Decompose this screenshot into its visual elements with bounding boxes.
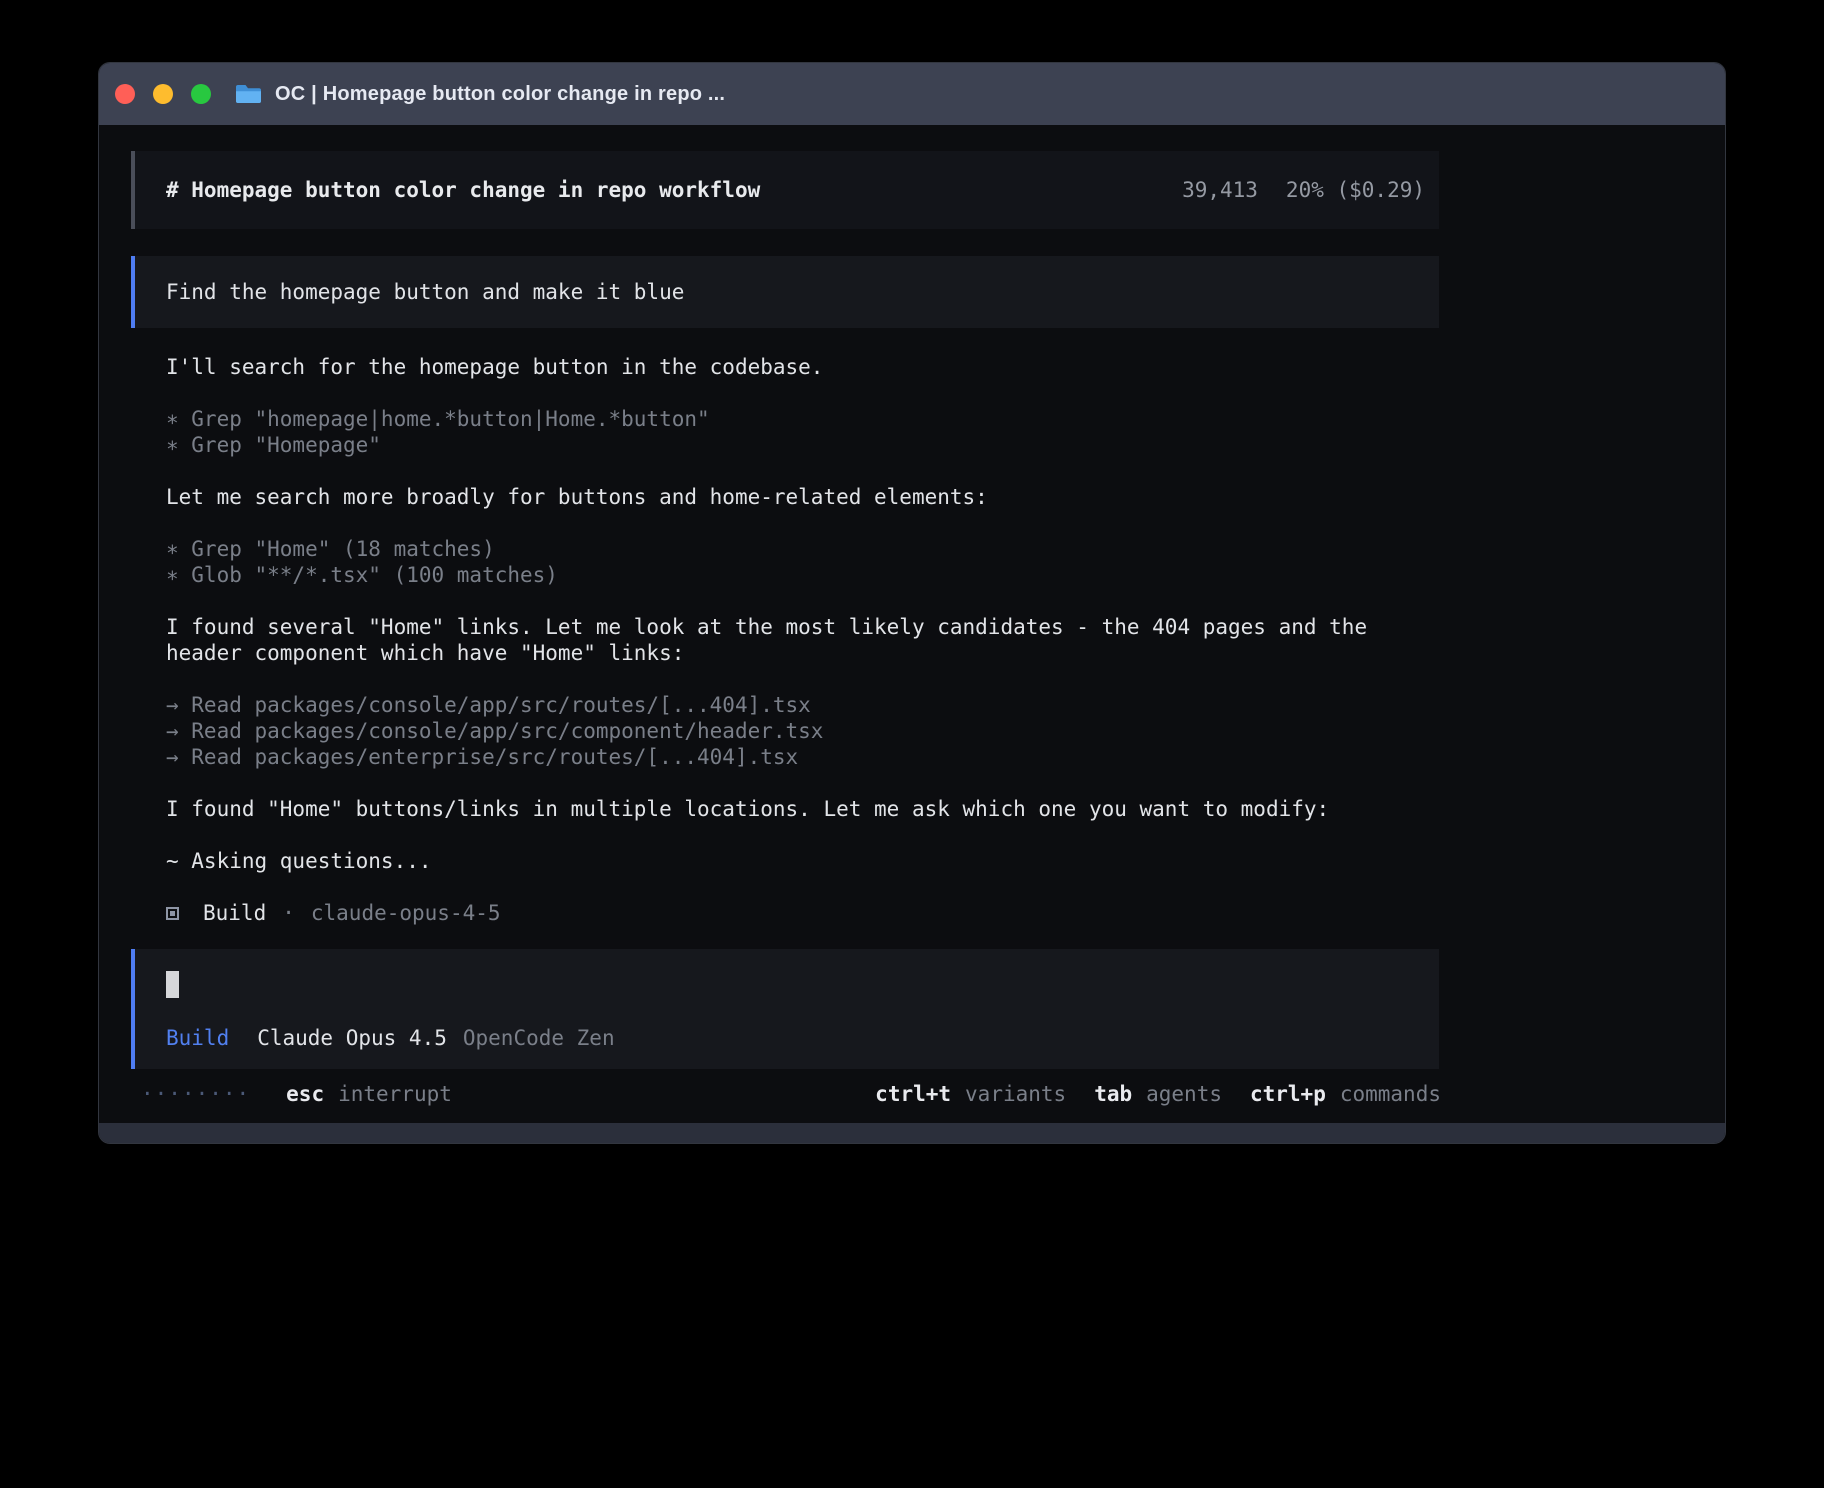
zoom-button[interactable] — [191, 84, 211, 104]
hint-key: ctrl+p — [1250, 1081, 1326, 1107]
agent-icon — [166, 907, 179, 920]
hint-key: tab — [1094, 1081, 1132, 1107]
hint-variants: ctrl+t variants — [875, 1081, 1066, 1107]
tool-call-group: ∗ Grep "Home" (18 matches) ∗ Glob "**/*.… — [166, 536, 1406, 588]
tool-call: → Read packages/console/app/src/routes/[… — [166, 692, 1406, 718]
terminal-window: OC | Homepage button color change in rep… — [98, 62, 1726, 1144]
context-usage: 20% ($0.29) — [1286, 178, 1425, 202]
agent-status: Build · claude-opus-4-5 — [166, 900, 1406, 926]
hint-label: commands — [1340, 1081, 1441, 1107]
traffic-lights — [115, 84, 211, 104]
user-message-text: Find the homepage button and make it blu… — [166, 280, 684, 304]
tool-call: → Read packages/enterprise/src/routes/[.… — [166, 744, 1406, 770]
session-stats: 39,413 20% ($0.29) — [1182, 178, 1425, 202]
hint-key: ctrl+t — [875, 1081, 951, 1107]
esc-key-hint: esc — [286, 1081, 324, 1107]
assistant-transcript: I'll search for the homepage button in t… — [166, 354, 1406, 926]
tool-call-group: → Read packages/console/app/src/routes/[… — [166, 692, 1406, 770]
assistant-text: I found "Home" buttons/links in multiple… — [166, 796, 1406, 822]
status-bar: ········ esc interrupt ctrl+t variants t… — [131, 1081, 1441, 1107]
session-header: # Homepage button color change in repo w… — [131, 151, 1439, 229]
tool-call: ∗ Grep "Home" (18 matches) — [166, 536, 1406, 562]
tool-call: ∗ Grep "homepage|home.*button|Home.*butt… — [166, 406, 1406, 432]
window-titlebar[interactable]: OC | Homepage button color change in rep… — [99, 63, 1725, 125]
hint-commands: ctrl+p commands — [1250, 1081, 1441, 1107]
prompt-input[interactable]: Build Claude Opus 4.5 OpenCode Zen — [131, 949, 1439, 1069]
agent-name: Build — [203, 900, 266, 926]
token-count: 39,413 — [1182, 178, 1258, 202]
text-cursor — [166, 971, 179, 998]
tool-call: ∗ Grep "Homepage" — [166, 432, 1406, 458]
model-name: Claude Opus 4.5 — [257, 1025, 447, 1051]
status-left: ········ esc interrupt — [131, 1081, 452, 1107]
user-message: Find the homepage button and make it blu… — [131, 256, 1439, 328]
esc-key-label: interrupt — [338, 1081, 452, 1107]
assistant-text: ~ Asking questions... — [166, 848, 1406, 874]
tool-call-group: ∗ Grep "homepage|home.*button|Home.*butt… — [166, 406, 1406, 458]
hint-label: agents — [1146, 1081, 1222, 1107]
agent-separator: · — [282, 900, 295, 926]
window-title: OC | Homepage button color change in rep… — [275, 83, 725, 106]
terminal-content: # Homepage button color change in repo w… — [99, 125, 1725, 1123]
folder-icon — [235, 83, 262, 105]
session-title: # Homepage button color change in repo w… — [166, 178, 760, 202]
minimize-button[interactable] — [153, 84, 173, 104]
input-mode-row: Build Claude Opus 4.5 OpenCode Zen — [166, 1025, 1439, 1051]
model-provider: OpenCode Zen — [463, 1025, 615, 1051]
assistant-text: I found several "Home" links. Let me loo… — [166, 614, 1406, 666]
assistant-text: Let me search more broadly for buttons a… — [166, 484, 1406, 510]
close-button[interactable] — [115, 84, 135, 104]
assistant-text: I'll search for the homepage button in t… — [166, 354, 1406, 380]
agent-mode: Build — [166, 1025, 229, 1051]
agent-model: claude-opus-4-5 — [311, 900, 501, 926]
window-bottom-edge — [99, 1123, 1725, 1143]
tool-call: ∗ Glob "**/*.tsx" (100 matches) — [166, 562, 1406, 588]
hint-label: variants — [965, 1081, 1066, 1107]
status-right: ctrl+t variants tab agents ctrl+p comman… — [875, 1081, 1441, 1107]
tool-call: → Read packages/console/app/src/componen… — [166, 718, 1406, 744]
activity-dots: ········ — [141, 1081, 250, 1107]
hint-agents: tab agents — [1094, 1081, 1222, 1107]
